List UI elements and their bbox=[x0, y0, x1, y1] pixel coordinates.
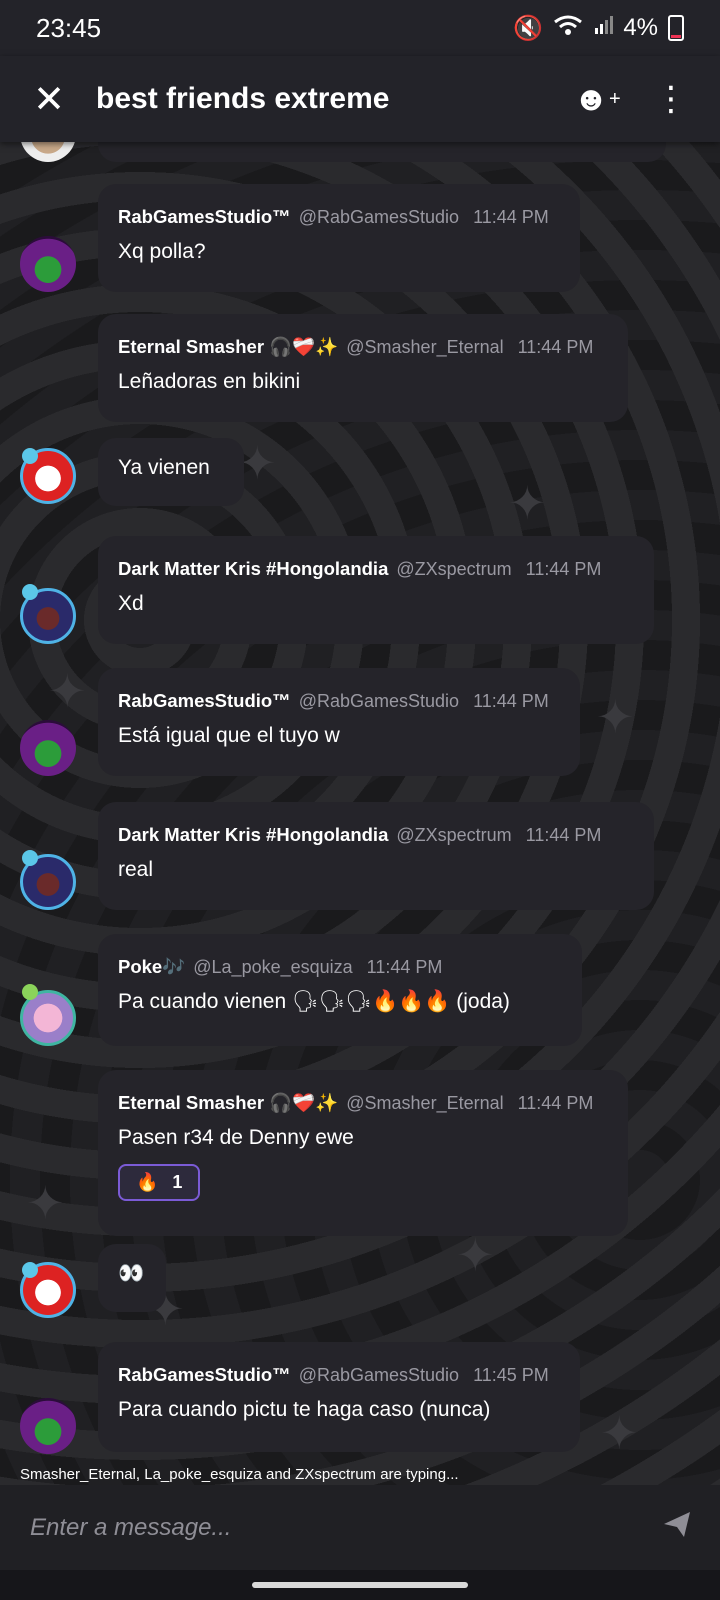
message-text: Xd bbox=[118, 592, 144, 615]
signal-icon bbox=[593, 14, 614, 43]
battery-icon bbox=[668, 15, 684, 41]
avatar[interactable] bbox=[20, 236, 76, 292]
system-nav-bar bbox=[0, 1570, 720, 1600]
sparkle-decoration: ✦ bbox=[26, 1177, 65, 1229]
avatar-badge-icon bbox=[22, 984, 38, 1000]
message-meta: Eternal Smasher 🎧❤️‍🩹✨ @Smasher_Eternal 11… bbox=[118, 1092, 608, 1114]
status-icons: 🔇 4% bbox=[513, 14, 684, 43]
message-meta: Dark Matter Kris #Hongolandia @ZXspectrum… bbox=[118, 558, 634, 580]
home-gesture-handle[interactable] bbox=[252, 1582, 468, 1588]
status-bar: 23:45 🔇 4% bbox=[0, 0, 720, 56]
message-text: 👀 bbox=[118, 1262, 145, 1285]
message-author[interactable]: Eternal Smasher 🎧❤️‍🩹✨ bbox=[118, 1092, 338, 1113]
message-meta: RabGamesStudio™ @RabGamesStudio 11:44 PM bbox=[118, 690, 560, 712]
message-handle: @RabGamesStudio bbox=[298, 207, 460, 227]
message-handle: @Smasher_Eternal bbox=[346, 1093, 504, 1113]
message-time: 11:44 PM bbox=[517, 337, 594, 357]
message-bubble: Eternal Smasher 🎧❤️‍🩹✨ @Smasher_Eternal 11… bbox=[98, 314, 628, 422]
message-author[interactable]: Eternal Smasher 🎧❤️‍🩹✨ bbox=[118, 336, 338, 357]
battery-percent: 4% bbox=[623, 14, 658, 41]
message-author[interactable]: RabGamesStudio™ bbox=[118, 1364, 291, 1385]
message-text: real bbox=[118, 858, 154, 881]
message-bubble: RabGamesStudio™ @RabGamesStudio 11:45 PM P… bbox=[98, 1342, 580, 1452]
chat-title: best friends extreme bbox=[96, 82, 390, 115]
message-time: 11:44 PM bbox=[525, 825, 602, 845]
message-bubble: RabGamesStudio™ @RabGamesStudio 11:44 PM E… bbox=[98, 668, 580, 776]
message-bubble: Dark Matter Kris #Hongolandia @ZXspectrum… bbox=[98, 802, 654, 910]
sparkle-decoration: ✦ bbox=[508, 477, 547, 529]
sparkle-decoration: ✦ bbox=[600, 1407, 639, 1459]
message-text: Ya vienen bbox=[118, 456, 210, 479]
message-author[interactable]: Poke🎶 bbox=[118, 956, 185, 977]
message-text: Pasen r34 de Denny ewe bbox=[118, 1126, 354, 1149]
message-text: Pa cuando vienen 🗣🗣🗣🔥🔥🔥 (joda) bbox=[118, 990, 510, 1013]
message-time: 11:44 PM bbox=[517, 1093, 594, 1113]
message-time: 11:44 PM bbox=[473, 207, 549, 227]
avatar-badge-icon bbox=[22, 584, 38, 600]
message-meta: Eternal Smasher 🎧❤️‍🩹✨ @Smasher_Eternal 11… bbox=[118, 336, 608, 358]
message-handle: @Smasher_Eternal bbox=[346, 337, 504, 357]
message-meta: Poke🎶 @La_poke_esquiza 11:44 PM bbox=[118, 956, 562, 978]
message-meta: Dark Matter Kris #Hongolandia @ZXspectrum… bbox=[118, 824, 634, 846]
message-input[interactable] bbox=[28, 1512, 662, 1543]
message-author[interactable]: Dark Matter Kris #Hongolandia bbox=[118, 558, 388, 579]
sparkle-decoration: ✦ bbox=[596, 691, 635, 743]
add-member-icon[interactable]: ☻ + bbox=[572, 74, 622, 124]
avatar-badge-icon bbox=[22, 1262, 38, 1278]
message-bubble: Dark Matter Kris #Hongolandia @ZXspectrum… bbox=[98, 536, 654, 644]
message-time: 11:44 PM bbox=[525, 559, 602, 579]
avatar[interactable] bbox=[20, 720, 76, 776]
message-bubble: RabGamesStudio™ @RabGamesStudio 11:44 PM X… bbox=[98, 184, 580, 292]
message-handle: @ZXspectrum bbox=[396, 559, 512, 579]
message-author[interactable]: RabGamesStudio™ bbox=[118, 206, 291, 227]
wifi-icon bbox=[553, 14, 583, 43]
message-text: Para cuando pictu te haga caso (nunca) bbox=[118, 1398, 491, 1421]
status-time: 23:45 bbox=[36, 12, 102, 43]
avatar-badge-icon bbox=[22, 850, 38, 866]
message-meta: RabGamesStudio™ @RabGamesStudio 11:45 PM bbox=[118, 1364, 560, 1386]
message-handle: @RabGamesStudio bbox=[298, 1365, 460, 1385]
message-composer bbox=[0, 1485, 720, 1570]
message-handle: @RabGamesStudio bbox=[298, 691, 460, 711]
message-text: Xq polla? bbox=[118, 240, 206, 263]
message-text: Leñadoras en bikini bbox=[118, 370, 301, 393]
sparkle-decoration: ✦ bbox=[48, 665, 87, 717]
send-icon[interactable] bbox=[662, 1509, 692, 1547]
message-time: 11:45 PM bbox=[473, 1365, 549, 1385]
message-bubble: Ya vienen bbox=[98, 438, 244, 506]
message-author[interactable]: RabGamesStudio™ bbox=[118, 690, 291, 711]
avatar-badge-icon bbox=[22, 448, 38, 464]
message-bubble: 👀 bbox=[98, 1244, 166, 1312]
sparkle-decoration: ✦ bbox=[456, 1229, 495, 1281]
fire-icon: 🔥 bbox=[136, 1172, 159, 1192]
more-vertical-icon[interactable]: ⋮ bbox=[646, 74, 696, 124]
message-meta: RabGamesStudio™ @RabGamesStudio 11:44 PM bbox=[118, 206, 560, 228]
message-time: 11:44 PM bbox=[473, 691, 549, 711]
reaction-chip[interactable]: 🔥 1 bbox=[118, 1164, 201, 1201]
message-handle: @La_poke_esquiza bbox=[193, 957, 353, 977]
message-author[interactable]: Dark Matter Kris #Hongolandia bbox=[118, 824, 388, 845]
message-text: Está igual que el tuyo w bbox=[118, 724, 340, 747]
chat-header: ✕ best friends extreme ☻ + ⋮ bbox=[0, 56, 720, 142]
close-icon[interactable]: ✕ bbox=[24, 74, 74, 124]
typing-indicator: Smasher_Eternal, La_poke_esquiza and ZXs… bbox=[20, 1466, 459, 1483]
avatar[interactable] bbox=[20, 1398, 76, 1454]
mute-icon: 🔇 bbox=[513, 14, 544, 42]
message-bubble: Poke🎶 @La_poke_esquiza 11:44 PM Pa cuando … bbox=[98, 934, 582, 1046]
message-time: 11:44 PM bbox=[366, 957, 443, 977]
message-handle: @ZXspectrum bbox=[396, 825, 512, 845]
message-bubble: Eternal Smasher 🎧❤️‍🩹✨ @Smasher_Eternal 11… bbox=[98, 1070, 628, 1236]
reaction-count: 1 bbox=[172, 1172, 183, 1192]
